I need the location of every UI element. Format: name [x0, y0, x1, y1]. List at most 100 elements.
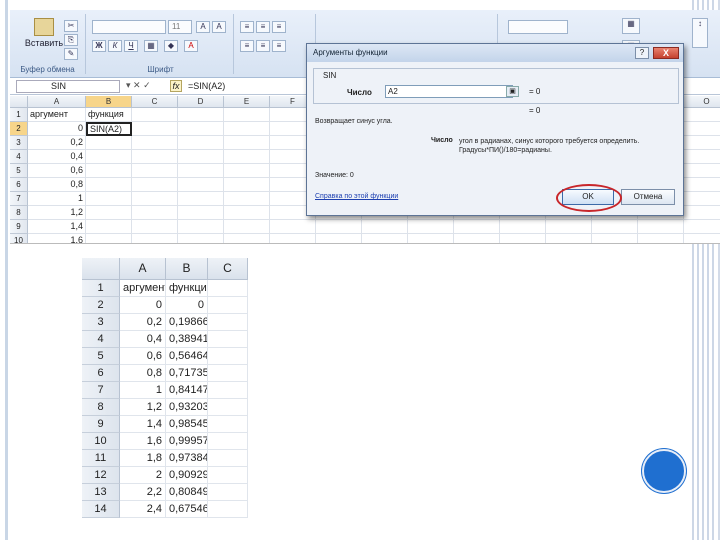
- cell[interactable]: [178, 122, 224, 136]
- cell[interactable]: [178, 220, 224, 234]
- cell[interactable]: [546, 234, 592, 243]
- cell[interactable]: [224, 220, 270, 234]
- column-header[interactable]: B: [86, 96, 132, 108]
- cell-a[interactable]: аргумент: [28, 108, 86, 122]
- cell-a[interactable]: 1,2: [28, 206, 86, 220]
- argument-input[interactable]: A2: [385, 85, 513, 98]
- grow-font-icon[interactable]: A: [196, 21, 210, 33]
- dialog-close-button[interactable]: X: [653, 47, 679, 59]
- insert-cells-icon[interactable]: ▦: [622, 18, 640, 34]
- cell[interactable]: [454, 220, 500, 234]
- align-bottom-icon[interactable]: ≡: [272, 21, 286, 33]
- row-header[interactable]: 10: [10, 234, 28, 243]
- cell[interactable]: [454, 234, 500, 243]
- shrink-font-icon[interactable]: A: [212, 21, 226, 33]
- cell[interactable]: [638, 220, 684, 234]
- cell[interactable]: [132, 206, 178, 220]
- align-left-icon[interactable]: ≡: [240, 40, 254, 52]
- row-header[interactable]: 7: [10, 192, 28, 206]
- cell-b[interactable]: [86, 136, 132, 150]
- cell[interactable]: [178, 206, 224, 220]
- borders-icon[interactable]: ▦: [144, 40, 158, 52]
- cell[interactable]: [132, 164, 178, 178]
- cell-a[interactable]: 1,4: [28, 220, 86, 234]
- cell-b[interactable]: функция: [86, 108, 132, 122]
- cell[interactable]: [132, 178, 178, 192]
- cell[interactable]: [684, 178, 720, 192]
- cell[interactable]: [684, 220, 720, 234]
- cell[interactable]: [178, 234, 224, 243]
- cell[interactable]: [546, 220, 592, 234]
- copy-icon[interactable]: ⎘: [64, 34, 78, 46]
- font-name-select[interactable]: [92, 20, 166, 34]
- cell[interactable]: [684, 192, 720, 206]
- cell[interactable]: [224, 136, 270, 150]
- cell-b[interactable]: [86, 150, 132, 164]
- align-top-icon[interactable]: ≡: [240, 21, 254, 33]
- cell[interactable]: [132, 108, 178, 122]
- cell-b[interactable]: [86, 192, 132, 206]
- cell[interactable]: [132, 150, 178, 164]
- number-format-select[interactable]: [508, 20, 568, 34]
- cell[interactable]: [178, 192, 224, 206]
- cell[interactable]: [316, 220, 362, 234]
- cell[interactable]: [224, 192, 270, 206]
- cell[interactable]: [224, 108, 270, 122]
- cell[interactable]: [224, 206, 270, 220]
- cell[interactable]: [500, 220, 546, 234]
- cell[interactable]: [178, 178, 224, 192]
- column-header[interactable]: E: [224, 96, 270, 108]
- cell[interactable]: [132, 136, 178, 150]
- column-header[interactable]: O: [684, 96, 720, 108]
- cut-icon[interactable]: ✂: [64, 20, 78, 32]
- cell[interactable]: [132, 234, 178, 243]
- cancel-icon[interactable]: ✕: [133, 80, 141, 90]
- align-center-icon[interactable]: ≡: [256, 40, 270, 52]
- cell[interactable]: [684, 150, 720, 164]
- bold-icon[interactable]: Ж: [92, 40, 106, 52]
- cell-a[interactable]: 0,4: [28, 150, 86, 164]
- row-header[interactable]: 1: [10, 108, 28, 122]
- cell[interactable]: [270, 234, 316, 243]
- cell-b[interactable]: [86, 164, 132, 178]
- cell[interactable]: [500, 234, 546, 243]
- row-header[interactable]: 9: [10, 220, 28, 234]
- cell[interactable]: [316, 234, 362, 243]
- align-right-icon[interactable]: ≡: [272, 40, 286, 52]
- cell-b[interactable]: [86, 178, 132, 192]
- cell[interactable]: [638, 234, 684, 243]
- cell-b[interactable]: [86, 234, 132, 243]
- collapse-dialog-icon[interactable]: ▣: [506, 86, 519, 97]
- row-header[interactable]: 3: [10, 136, 28, 150]
- select-all-corner[interactable]: [10, 96, 28, 108]
- row-header[interactable]: 8: [10, 206, 28, 220]
- dropdown-icon[interactable]: ▾: [126, 80, 131, 90]
- cell[interactable]: [592, 234, 638, 243]
- align-middle-icon[interactable]: ≡: [256, 21, 270, 33]
- cell[interactable]: [178, 108, 224, 122]
- font-size-select[interactable]: 11: [168, 20, 192, 34]
- cell-b[interactable]: SIN(A2): [86, 122, 132, 136]
- cell[interactable]: [684, 206, 720, 220]
- cell[interactable]: [592, 220, 638, 234]
- cell[interactable]: [362, 234, 408, 243]
- format-painter-icon[interactable]: ✎: [64, 48, 78, 60]
- cell[interactable]: [224, 164, 270, 178]
- cell-b[interactable]: [86, 206, 132, 220]
- sort-filter-icon[interactable]: ↕: [692, 18, 708, 48]
- font-color-icon[interactable]: A: [184, 40, 198, 52]
- cell[interactable]: [224, 234, 270, 243]
- row-header[interactable]: 5: [10, 164, 28, 178]
- name-box[interactable]: SIN: [16, 80, 120, 93]
- cancel-button[interactable]: Отмена: [621, 189, 675, 205]
- cell[interactable]: [224, 150, 270, 164]
- cell[interactable]: [684, 122, 720, 136]
- cell[interactable]: [178, 136, 224, 150]
- cell[interactable]: [684, 164, 720, 178]
- cell[interactable]: [408, 234, 454, 243]
- cell[interactable]: [132, 122, 178, 136]
- insert-function-icon[interactable]: fx: [170, 80, 182, 92]
- cell[interactable]: [178, 150, 224, 164]
- underline-icon[interactable]: Ч: [124, 40, 138, 52]
- cell[interactable]: [132, 220, 178, 234]
